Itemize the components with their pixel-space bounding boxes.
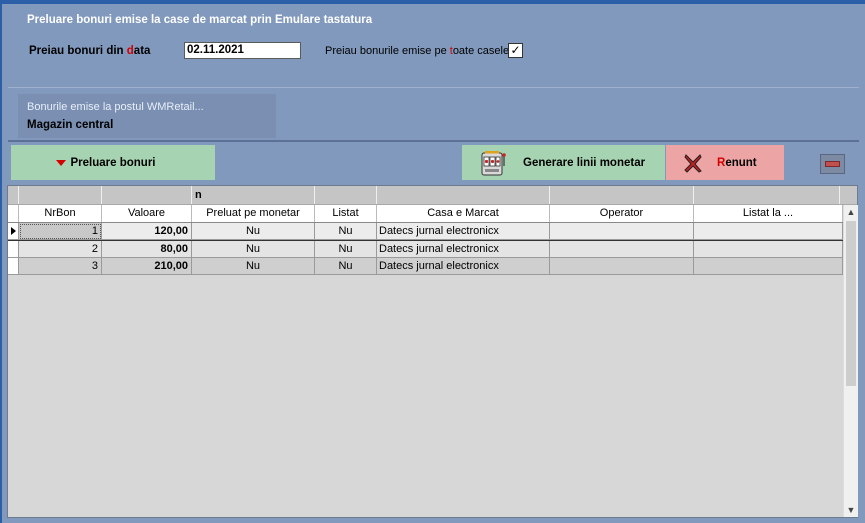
band-cell-indicator [8,186,19,204]
down-triangle-icon [56,160,66,166]
window-title: Preluare bonuri emise la case de marcat … [27,14,373,26]
band-cell-nrbon [19,186,102,204]
all-label-part1: Preiau bonurile emise pe [325,45,450,57]
grid-band-header: n [8,186,857,205]
table-row[interactable]: 3 210,00 Nu Nu Datecs jurnal electronicx [8,258,843,275]
header-preluat[interactable]: Preluat pe monetar [192,205,315,222]
header-valoare[interactable]: Valoare [102,205,192,222]
cell-preluat[interactable]: Nu [192,241,315,258]
toolbar-divider [8,141,859,142]
row-indicator [8,241,19,258]
preluare-bonuri-button[interactable]: Preluare bonuri [11,145,215,180]
grid-column-headers: NrBon Valoare Preluat pe monetar Listat … [8,205,843,223]
band-cell-listat-la [694,186,840,204]
band-cell-label: n [192,186,315,204]
window-top-strip [0,0,865,4]
cell-valoare[interactable]: 120,00 [102,223,192,240]
header-operator[interactable]: Operator [550,205,694,222]
band-cell-listat [315,186,377,204]
all-registers-label: Preiau bonurile emise pe toate casele [325,45,509,57]
band-cell-operator [550,186,694,204]
cell-valoare[interactable]: 80,00 [102,241,192,258]
info-store-name: Magazin central [27,119,114,131]
table-row[interactable]: 2 80,00 Nu Nu Datecs jurnal electronicx [8,241,843,258]
cell-nrbon[interactable]: 1 [19,223,102,240]
generare-linii-monetar-label: Generare linii monetar [523,156,646,169]
cell-casa[interactable]: Datecs jurnal electronicx [377,241,550,258]
header-casa[interactable]: Casa e Marcat [377,205,550,222]
renunt-label: Renunt [717,157,757,169]
renunt-label-rest: enunt [725,156,757,169]
all-registers-checkbox[interactable]: ✓ [508,43,523,58]
current-row-arrow-icon [11,227,16,235]
date-label: Preiau bonuri din data [29,45,150,57]
cell-nrbon[interactable]: 3 [19,258,102,275]
table-row[interactable]: 1 120,00 Nu Nu Datecs jurnal electronicx [8,223,843,242]
cell-casa[interactable]: Datecs jurnal electronicx [377,258,550,275]
date-field[interactable]: 02.11.2021 [184,42,301,59]
cell-listat[interactable]: Nu [315,241,377,258]
scroll-down-icon[interactable]: ▼ [844,503,858,517]
red-x-icon [683,153,703,173]
cell-preluat[interactable]: Nu [192,223,315,240]
cell-operator[interactable] [550,241,694,258]
info-workstation: Bonurile emise la postul WMRetail... [27,101,204,113]
header-listat[interactable]: Listat [315,205,377,222]
cell-preluat[interactable]: Nu [192,258,315,275]
scroll-up-icon[interactable]: ▲ [844,205,858,219]
band-cell-casa [377,186,550,204]
date-label-part2: ata [133,45,151,57]
cell-casa[interactable]: Datecs jurnal electronicx [377,223,550,240]
cell-valoare[interactable]: 210,00 [102,258,192,275]
slot-machine-icon [479,148,509,178]
date-label-part1: Preiau bonuri din [29,45,127,57]
date-label-hotkey: d [126,45,134,57]
all-label-part2: oate casele [452,45,510,57]
cell-listat-la[interactable] [694,258,843,275]
renunt-button[interactable]: Renunt [666,145,784,180]
grid-vertical-scrollbar[interactable]: ▲ ▼ [843,205,858,517]
cell-listat[interactable]: Nu [315,258,377,275]
header-indicator [8,205,19,222]
cell-nrbon[interactable]: 2 [19,241,102,258]
cell-listat[interactable]: Nu [315,223,377,240]
minus-icon [825,161,840,167]
cell-listat-la[interactable] [694,223,843,240]
header-listat-la[interactable]: Listat la ... [694,205,843,222]
row-indicator [8,223,19,240]
window-left-edge [0,4,2,523]
header-nrbon[interactable]: NrBon [19,205,102,222]
row-indicator [8,258,19,275]
generare-linii-monetar-button[interactable]: Generare linii monetar [462,145,665,180]
cell-listat-la[interactable] [694,241,843,258]
preluare-bonuri-label: Preluare bonuri [70,156,156,169]
minimize-button[interactable] [820,154,845,174]
cell-operator[interactable] [550,258,694,275]
band-cell-valoare [102,186,192,204]
cell-operator[interactable] [550,223,694,240]
scroll-thumb[interactable] [846,221,856,386]
bonuri-grid[interactable]: n NrBon Valoare Preluat pe monetar Lista… [7,185,858,518]
